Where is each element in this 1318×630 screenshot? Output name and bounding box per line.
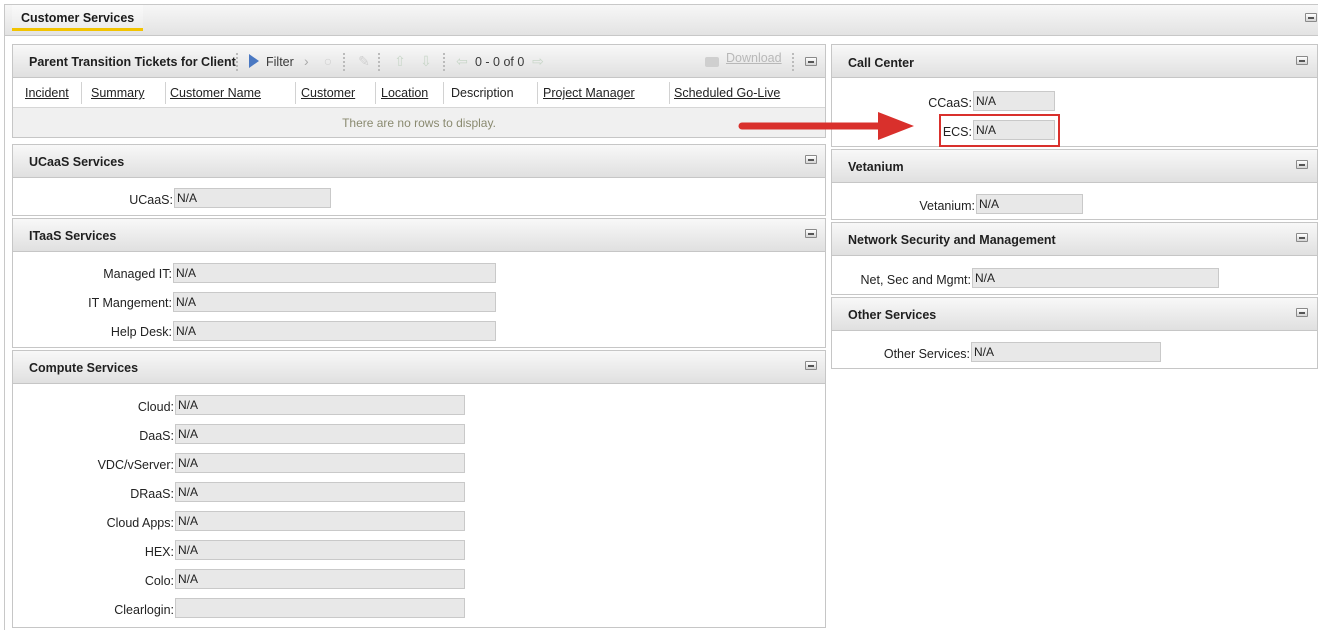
field-label: Colo: [144,574,174,588]
column-scheduled-go-live[interactable]: Scheduled Go-Live [674,86,780,100]
vetanium-field[interactable]: N/A [976,194,1083,214]
toolbar-separator [792,53,795,71]
field-label: Cloud: [137,400,174,414]
download-icon [705,57,719,67]
compute-panel: Compute Services Cloud: N/A DaaS: N/A VD… [12,350,826,628]
itaas-panel-title: ITaaS Services [29,229,117,243]
field-label: Help Desk: [110,325,172,339]
vetanium-panel: Vetanium Vetanium: N/A [831,149,1318,220]
column-description: Description [451,86,514,100]
hex-field[interactable]: N/A [175,540,465,560]
field-label: UCaaS: [129,193,173,207]
compute-panel-title: Compute Services [29,361,139,375]
daas-field[interactable]: N/A [175,424,465,444]
chevron-right-icon: › [304,53,309,69]
field-label: Other Services: [883,347,970,361]
ucaas-panel-title: UCaaS Services [29,155,125,169]
collapse-compute-icon[interactable] [805,361,817,370]
collapse-vetanium-icon[interactable] [1296,160,1308,169]
collapse-other-services-icon[interactable] [1296,308,1308,317]
filter-arrow-icon[interactable] [249,54,259,68]
field-label: IT Mangement: [88,296,172,310]
column-divider [537,82,538,104]
search-icon: ○ [323,53,333,69]
column-summary[interactable]: Summary [91,86,144,100]
tickets-panel-title: Parent Transition Tickets for Client [29,55,236,69]
toolbar-separator [443,53,446,71]
vdc-vserver-field[interactable]: N/A [175,453,465,473]
other-services-panel-title: Other Services [848,308,937,322]
help-desk-field[interactable]: N/A [173,321,496,341]
ucaas-field[interactable]: N/A [174,188,331,208]
arrow-up-icon: ⇧ [394,53,406,69]
filter-button[interactable]: Filter [266,55,294,69]
cloud-apps-field[interactable]: N/A [175,511,465,531]
other-services-panel: Other Services Other Services: N/A [831,297,1318,369]
field-label: Cloud Apps: [106,516,174,530]
draas-field[interactable]: N/A [175,482,465,502]
collapse-ucaas-icon[interactable] [805,155,817,164]
pagination-text: 0 - 0 of 0 [475,55,525,69]
download-link[interactable]: Download [726,51,782,65]
collapse-network-security-icon[interactable] [1296,233,1308,242]
toolbar-separator [378,53,381,71]
edit-icon: ✎ [358,53,370,69]
column-location[interactable]: Location [381,86,428,100]
column-divider [443,82,444,104]
ucaas-panel: UCaaS Services UCaaS: N/A [12,144,826,216]
vetanium-panel-header [832,150,1317,183]
tickets-panel: Parent Transition Tickets for Client Fil… [12,44,826,138]
itaas-panel-header [13,219,825,252]
ecs-highlight-box [939,114,1060,147]
managed-it-field[interactable]: N/A [173,263,496,283]
network-security-panel-title: Network Security and Management [848,233,1056,247]
collapse-tickets-icon[interactable] [805,57,817,66]
column-divider [295,82,296,104]
network-security-panel: Network Security and Management Net, Sec… [831,222,1318,295]
other-services-field[interactable]: N/A [971,342,1161,362]
itaas-panel: ITaaS Services Managed IT: N/A IT Mangem… [12,218,826,348]
collapse-itaas-icon[interactable] [805,229,817,238]
tab-customer-services[interactable]: Customer Services [12,5,144,31]
next-page-icon: ⇨ [532,53,544,69]
column-customer[interactable]: Customer [301,86,355,100]
column-divider [165,82,166,104]
previous-page-icon: ⇦ [456,53,468,69]
column-customer-name[interactable]: Customer Name [170,86,261,100]
field-label: DaaS: [139,429,174,443]
call-center-panel-title: Call Center [848,56,914,70]
toolbar-separator [343,53,346,71]
colo-field[interactable]: N/A [175,569,465,589]
column-incident[interactable]: Incident [25,86,69,100]
cloud-field[interactable]: N/A [175,395,465,415]
vetanium-panel-title: Vetanium [848,160,904,174]
annotation-arrow-icon [738,112,914,140]
field-label: HEX: [144,545,174,559]
top-header-bar [5,5,1318,36]
collapse-page-icon[interactable] [1305,13,1317,22]
column-divider [669,82,670,104]
ucaas-panel-header [13,145,825,178]
empty-rows-message: There are no rows to display. [342,116,496,130]
field-label: Managed IT: [103,267,172,281]
field-label: DRaaS: [130,487,174,501]
collapse-call-center-icon[interactable] [1296,56,1308,65]
column-project-manager[interactable]: Project Manager [543,86,635,100]
column-divider [375,82,376,104]
field-label: Clearlogin: [114,603,174,617]
field-label: Vetanium: [919,199,975,213]
it-management-field[interactable]: N/A [173,292,496,312]
clearlogin-field[interactable] [175,598,465,618]
column-divider [81,82,82,104]
net-sec-mgmt-field[interactable]: N/A [972,268,1219,288]
ccaas-field[interactable]: N/A [973,91,1055,111]
arrow-down-icon: ⇩ [420,53,432,69]
field-label: VDC/vServer: [97,458,174,472]
toolbar-separator [236,53,239,71]
field-label: Net, Sec and Mgmt: [860,273,971,287]
